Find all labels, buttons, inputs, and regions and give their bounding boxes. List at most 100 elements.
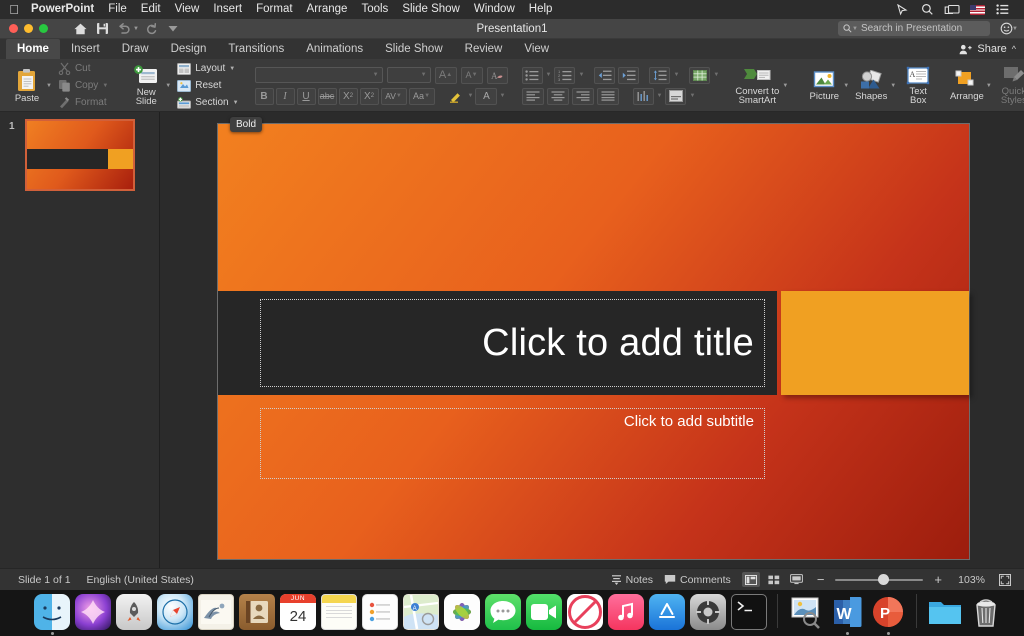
reset-button[interactable]: Reset [175,78,240,94]
dock-item-maps[interactable]: A [403,594,439,630]
numbered-list-icon[interactable]: 123 [554,66,576,84]
menu-insert[interactable]: Insert [206,0,249,19]
account-caret[interactable]: ▼ [1012,26,1018,32]
share-button[interactable]: Share [977,43,1006,55]
subtitle-placeholder[interactable]: Click to add subtitle [260,408,765,479]
decrease-indent-icon[interactable] [594,66,616,84]
comments-button[interactable]: Comments [664,574,731,586]
text-direction-caret[interactable]: ▼ [657,93,663,99]
quick-styles-button[interactable]: Quick Styles [992,60,1024,111]
font-color-button[interactable]: A [475,87,498,105]
normal-view-icon[interactable] [741,572,760,587]
font-size-caret[interactable]: ▼ [421,72,427,78]
tab-insert[interactable]: Insert [60,39,111,59]
bullet-list-icon[interactable] [521,66,543,84]
dock-item-news[interactable] [567,594,603,630]
zoom-slider[interactable] [835,573,924,587]
zoom-slider-knob[interactable] [877,574,889,585]
font-color-caret[interactable]: ▼ [499,93,505,99]
section-caret[interactable]: ▼ [233,100,239,106]
strikethrough-button[interactable]: abc [317,87,337,105]
bold-button[interactable]: B [254,87,274,105]
smartart-caret[interactable]: ▼ [782,83,788,89]
tab-animations[interactable]: Animations [295,39,374,59]
dock-item-terminal[interactable] [731,594,767,630]
section-button[interactable]: Section ▼ [175,95,240,111]
dock-item-calendar[interactable]: JUN 24 [280,594,316,630]
align-center-icon[interactable] [546,87,569,105]
fit-slide-icon[interactable] [996,572,1014,587]
dock-item-reminders[interactable] [362,594,398,630]
italic-button[interactable]: I [275,87,295,105]
dock-item-messages[interactable] [485,594,521,630]
dock-item-app-store[interactable] [649,594,685,630]
menu-file[interactable]: File [101,0,134,19]
text-direction-icon[interactable] [632,87,654,105]
slide-thumbnail-1[interactable] [25,119,135,191]
menu-format[interactable]: Format [249,0,299,19]
font-name-caret[interactable]: ▼ [373,72,379,78]
highlight-caret[interactable]: ▼ [468,93,474,99]
tab-home[interactable]: Home [6,39,60,59]
search-scope-caret[interactable]: ▼ [852,26,858,32]
justify-icon[interactable] [596,87,619,105]
layout-caret[interactable]: ▼ [229,66,235,72]
font-size-input[interactable]: ▼ [386,67,431,83]
home-icon[interactable] [70,20,90,38]
arrange-button[interactable]: Arrange [945,60,989,111]
chevron-up-icon[interactable]: ^ [1012,44,1016,54]
shapes-button[interactable]: Shapes [849,60,893,111]
menu-arrange[interactable]: Arrange [300,0,355,19]
dock-item-preview[interactable] [788,594,824,630]
align-left-icon[interactable] [521,87,544,105]
new-slide-dropdown-caret[interactable]: ▼ [165,83,171,89]
align-text-icon[interactable] [665,87,687,105]
subscript-button[interactable]: X2 [359,87,379,105]
superscript-button[interactable]: X2 [338,87,358,105]
dock-item-contacts[interactable] [239,594,275,630]
customize-toolbar-icon[interactable] [163,20,183,38]
maximize-button[interactable] [39,24,48,33]
increase-indent-icon[interactable] [618,66,640,84]
zoom-percentage[interactable]: 103% [953,574,985,586]
clear-formatting-icon[interactable]: A [486,66,508,84]
tab-transitions[interactable]: Transitions [217,39,295,59]
dock-item-launchpad[interactable] [116,594,152,630]
line-spacing-icon[interactable] [649,66,671,84]
underline-button[interactable]: U [296,87,316,105]
picture-button[interactable]: Picture [802,60,846,111]
paste-button[interactable]: Paste [5,60,49,111]
columns-caret[interactable]: ▼ [713,72,719,78]
slide-editing-surface[interactable]: Click to add title Click to add subtitle [218,124,969,559]
menu-help[interactable]: Help [522,0,560,19]
dock-item-photos[interactable] [444,594,480,630]
dock-item-system-preferences[interactable] [690,594,726,630]
undo-dropdown-caret[interactable]: ▼ [133,26,139,32]
align-text-caret[interactable]: ▼ [689,93,695,99]
menu-slide-show[interactable]: Slide Show [395,0,467,19]
tab-slide-show[interactable]: Slide Show [374,39,454,59]
redo-icon[interactable] [141,20,161,38]
new-slide-button[interactable]: New Slide [124,60,168,111]
tab-draw[interactable]: Draw [111,39,160,59]
columns-icon[interactable] [689,66,711,84]
undo-icon[interactable] [114,20,134,38]
apple-logo-icon[interactable]:  [6,3,22,16]
slide-thumbnail-item[interactable]: 1 [9,119,135,191]
dock-item-trash[interactable] [968,594,1004,630]
us-flag-icon[interactable] [965,0,989,19]
change-case-button[interactable]: Aa ▼ [408,87,435,105]
dock-item-facetime[interactable] [526,594,562,630]
paste-dropdown-caret[interactable]: ▼ [46,83,52,89]
slide-thumbnail-panel[interactable]: 1 [0,112,160,568]
menu-edit[interactable]: Edit [134,0,168,19]
text-box-button[interactable]: A Text Box [896,60,940,111]
zoom-in-button[interactable]: + [934,572,942,587]
control-center-icon[interactable] [990,0,1014,19]
line-spacing-caret[interactable]: ▼ [673,72,679,78]
account-smiley-icon[interactable]: ▼ [996,20,1022,38]
shrink-font-button[interactable]: A ▼ [460,66,483,84]
menu-view[interactable]: View [168,0,207,19]
layout-button[interactable]: Layout ▼ [175,61,240,77]
cut-button[interactable]: Cut [56,61,110,77]
